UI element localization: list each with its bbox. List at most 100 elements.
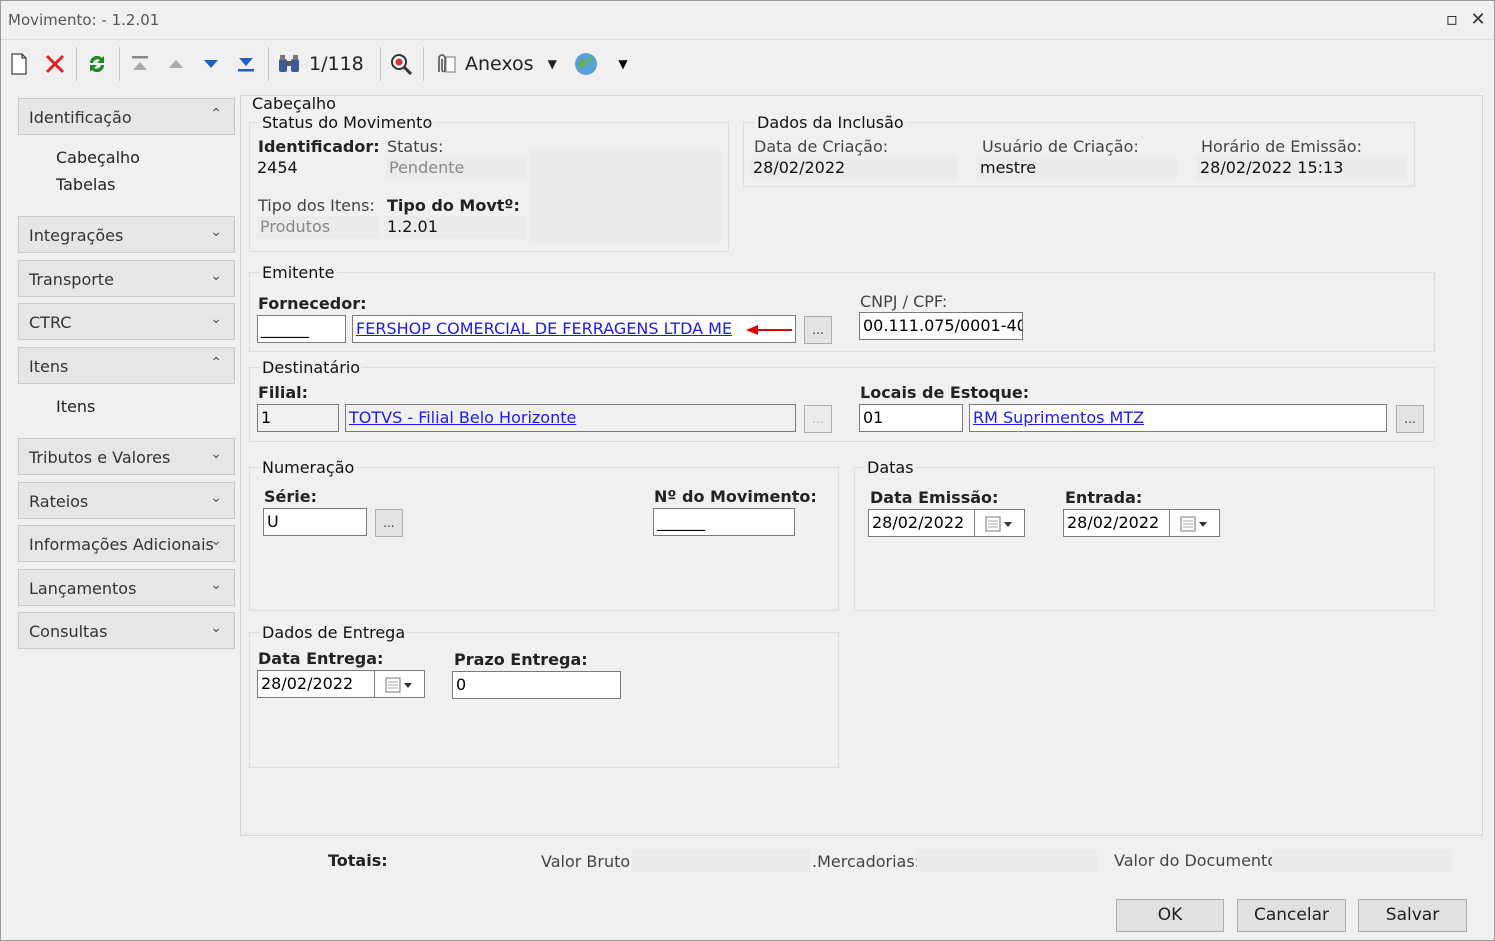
tipo-itens-value: Produtos (260, 217, 331, 236)
sidebar-section-label: Lançamentos (29, 579, 137, 598)
sidebar-section-itens[interactable]: Itens ⌃ (18, 347, 235, 384)
maximize-icon[interactable]: ▫ (1441, 9, 1463, 31)
save-button[interactable]: Salvar (1358, 899, 1467, 932)
sidebar-section-label: Tributos e Valores (29, 448, 171, 467)
numero-movimento-label: Nº do Movimento: (654, 487, 817, 506)
status-label: Status: (387, 137, 444, 156)
toolbar-separator (76, 47, 77, 81)
globe-icon[interactable] (569, 49, 603, 79)
prazo-entrega-input[interactable]: 0 (452, 671, 621, 699)
new-document-icon[interactable] (7, 49, 31, 79)
zoom-search-icon[interactable] (387, 49, 415, 79)
totais-label: Totais: (328, 851, 388, 870)
delete-icon[interactable] (42, 49, 68, 79)
fornecedor-lookup-button[interactable]: ... (804, 316, 832, 344)
horario-emissao-value: 28/02/2022 15:13 (1200, 158, 1344, 177)
previous-record-icon[interactable] (163, 49, 189, 79)
cancel-button[interactable]: Cancelar (1237, 899, 1346, 932)
sidebar-section-integracoes[interactable]: Integrações ⌄ (18, 216, 235, 253)
data-criacao-label: Data de Criação: (754, 137, 889, 156)
status-value: Pendente (389, 158, 465, 177)
mercadorias-label: .Mercadorias: (812, 852, 921, 871)
chevron-up-icon: ⌃ (210, 106, 222, 122)
close-icon[interactable]: ✕ (1467, 9, 1489, 31)
ok-button[interactable]: OK (1116, 899, 1224, 932)
chevron-down-icon: ⌄ (210, 577, 222, 593)
tipo-movto-value: 1.2.01 (387, 217, 438, 236)
data-emissao-calendar-button[interactable] (975, 509, 1025, 537)
valor-documento-field (1272, 850, 1452, 872)
entrada-calendar-button[interactable] (1170, 509, 1220, 537)
sidebar-item-itens[interactable]: Itens (56, 397, 95, 416)
sidebar-section-consultas[interactable]: Consultas ⌄ (18, 612, 235, 649)
fornecedor-code-input[interactable]: ______ (257, 315, 346, 343)
sidebar-section-transporte[interactable]: Transporte ⌄ (18, 260, 235, 297)
attachments-button[interactable]: Anexos ▼ (433, 49, 563, 79)
fornecedor-name-link[interactable]: FERSHOP COMERCIAL DE FERRAGENS LTDA ME (356, 319, 732, 338)
chevron-down-icon: ⌄ (210, 268, 222, 284)
sidebar-section-identificacao[interactable]: Identificação ⌃ (18, 98, 235, 135)
chevron-down-icon: ⌄ (210, 620, 222, 636)
next-record-icon[interactable] (198, 49, 224, 79)
data-entrega-input[interactable]: 28/02/2022 (257, 670, 375, 698)
window-title: Movimento: - 1.2.01 (8, 11, 160, 29)
numero-movimento-input[interactable]: ______ (653, 508, 795, 536)
cnpj-label: CNPJ / CPF: (860, 292, 948, 311)
data-entrega-label: Data Entrega: (258, 649, 384, 668)
movimento-window: Movimento: - 1.2.01 ▫ ✕ 1/118 Anexos ▼ ▼… (0, 0, 1495, 941)
filial-name-link[interactable]: TOTVS - Filial Belo Horizonte (349, 408, 576, 427)
sidebar-section-informacoes-adicionais[interactable]: Informações Adicionais ⌄ (18, 525, 235, 562)
serie-lookup-button[interactable]: ... (375, 509, 403, 537)
toolbar-separator (268, 47, 269, 81)
valor-bruto-label: Valor Bruto: (541, 852, 636, 871)
data-criacao-value: 28/02/2022 (753, 158, 846, 177)
calendar-icon (985, 516, 1012, 532)
inclusao-group-title: Dados da Inclusão (755, 113, 906, 132)
horario-emissao-label: Horário de Emissão: (1201, 137, 1362, 156)
identificador-value: 2454 (257, 158, 298, 177)
sidebar-section-tributos[interactable]: Tributos e Valores ⌄ (18, 438, 235, 475)
calendar-icon (1180, 516, 1207, 532)
filial-lookup-button[interactable]: ... (804, 405, 832, 433)
filial-name-input[interactable]: TOTVS - Filial Belo Horizonte (345, 404, 796, 432)
serie-input[interactable]: U (263, 508, 367, 536)
cnpj-field[interactable]: 00.111.075/0001-40 (859, 312, 1023, 340)
data-emissao-input[interactable]: 28/02/2022 (868, 509, 975, 537)
page-title: Cabeçalho (252, 94, 336, 113)
usuario-criacao-label: Usuário de Criação: (982, 137, 1139, 156)
sidebar-item-tabelas[interactable]: Tabelas (56, 175, 116, 194)
last-record-icon[interactable] (233, 49, 259, 79)
sidebar-section-label: Consultas (29, 622, 108, 641)
attachments-label: Anexos (465, 53, 534, 75)
sidebar-section-label: Integrações (29, 226, 124, 245)
datas-group-title: Datas (865, 458, 916, 477)
refresh-icon[interactable] (83, 49, 111, 79)
toolbar-separator (119, 47, 120, 81)
globe-dropdown-chevron-icon[interactable]: ▼ (613, 49, 633, 79)
first-record-icon[interactable] (127, 49, 153, 79)
chevron-down-icon: ⌄ (210, 224, 222, 240)
locais-lookup-button[interactable]: ... (1396, 405, 1424, 433)
valor-documento-label: Valor do Documento: (1114, 851, 1283, 870)
sidebar-section-label: Rateios (29, 492, 89, 511)
tipo-movto-label: Tipo do Movtº: (387, 196, 520, 215)
sidebar-section-lancamentos[interactable]: Lançamentos ⌄ (18, 569, 235, 606)
find-binoculars-icon[interactable] (275, 49, 303, 79)
filial-code-input[interactable]: 1 (257, 404, 339, 432)
sidebar-section-ctrc[interactable]: CTRC ⌄ (18, 303, 235, 340)
sidebar-section-label: Identificação (29, 108, 132, 127)
locais-name-link[interactable]: RM Suprimentos MTZ (973, 408, 1144, 427)
locais-code-input[interactable]: 01 (859, 404, 963, 432)
data-entrega-calendar-button[interactable] (375, 670, 425, 698)
locais-name-input[interactable]: RM Suprimentos MTZ (969, 404, 1387, 432)
status-group-title: Status do Movimento (260, 113, 435, 132)
calendar-icon (385, 677, 412, 693)
fornecedor-name-input[interactable]: FERSHOP COMERCIAL DE FERRAGENS LTDA ME (352, 315, 796, 343)
chevron-down-icon: ⌄ (210, 311, 222, 327)
entrada-input[interactable]: 28/02/2022 (1063, 509, 1170, 537)
identificador-label: Identificador: (258, 137, 380, 156)
sidebar-item-cabecalho[interactable]: Cabeçalho (56, 148, 140, 167)
sidebar-section-rateios[interactable]: Rateios ⌄ (18, 482, 235, 519)
chevron-down-icon: ⌄ (210, 533, 222, 549)
toolbar: 1/118 Anexos ▼ ▼ (1, 41, 1494, 87)
